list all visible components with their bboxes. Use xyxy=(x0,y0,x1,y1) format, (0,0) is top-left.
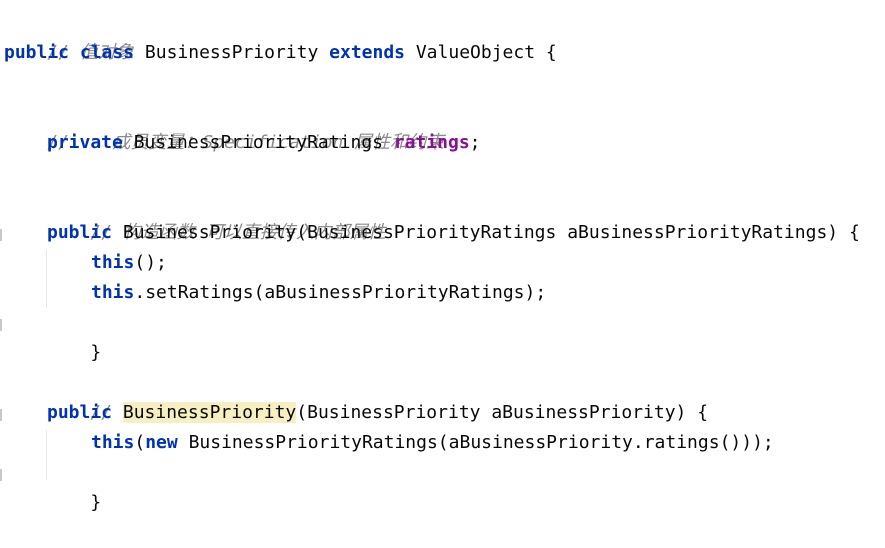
code-line: // 值对象 xyxy=(4,8,134,63)
fold-marker[interactable] xyxy=(0,319,2,331)
code-text: ; xyxy=(469,132,481,153)
class-name: BusinessPriority xyxy=(144,42,319,63)
keyword: this xyxy=(91,252,135,273)
keyword: new xyxy=(145,432,178,453)
code-line: } xyxy=(47,458,101,513)
closing-brace: } xyxy=(90,342,102,363)
field-name: ratings xyxy=(393,132,470,153)
code-line: this(new BusinessPriorityRatings(aBusine… xyxy=(91,428,774,458)
fold-marker[interactable] xyxy=(0,469,2,481)
code-text: BusinessPriority(BusinessPriorityRatings… xyxy=(122,222,860,243)
code-line: private BusinessPriorityRatings ratings; xyxy=(47,128,481,158)
keyword: public xyxy=(47,402,113,423)
code-line: this.setRatings(aBusinessPriorityRatings… xyxy=(91,278,546,308)
keyword: private xyxy=(47,132,123,153)
fold-marker[interactable] xyxy=(0,409,2,421)
type-name: BusinessPriorityRatings xyxy=(133,132,383,153)
keyword: extends xyxy=(329,42,405,63)
code-line: // 值对象的复制 xyxy=(47,368,231,423)
keyword: this xyxy=(91,282,135,303)
code-text: (); xyxy=(134,252,167,273)
highlighted-identifier[interactable]: BusinessPriority xyxy=(122,402,297,423)
keyword: public xyxy=(4,42,70,63)
code-editor[interactable]: // 值对象 public class BusinessPriority ext… xyxy=(0,0,885,513)
closing-brace: } xyxy=(90,492,102,513)
code-text: BusinessPriorityRatings(aBusinessPriorit… xyxy=(188,432,774,453)
code-line: // 成员变量：Specification 属性和约束 xyxy=(4,98,444,153)
code-line: public BusinessPriority(BusinessPriority… xyxy=(47,398,708,428)
code-text: ValueObject { xyxy=(415,42,557,63)
fold-marker[interactable] xyxy=(0,229,2,241)
code-text: ( xyxy=(134,432,146,453)
code-text: .setRatings(aBusinessPriorityRatings); xyxy=(134,282,547,303)
code-line: // 构造函数 可以直接传入内部属性 xyxy=(47,188,385,243)
code-line: } xyxy=(47,308,101,363)
code-text: (BusinessPriority aBusinessPriority) { xyxy=(296,402,709,423)
code-line: public BusinessPriority(BusinessPriority… xyxy=(47,218,860,248)
keyword: public xyxy=(47,222,113,243)
code-line: this(); xyxy=(91,248,167,278)
keyword: this xyxy=(91,432,135,453)
code-line: public class BusinessPriority extends Va… xyxy=(4,38,557,68)
keyword: class xyxy=(79,42,135,63)
